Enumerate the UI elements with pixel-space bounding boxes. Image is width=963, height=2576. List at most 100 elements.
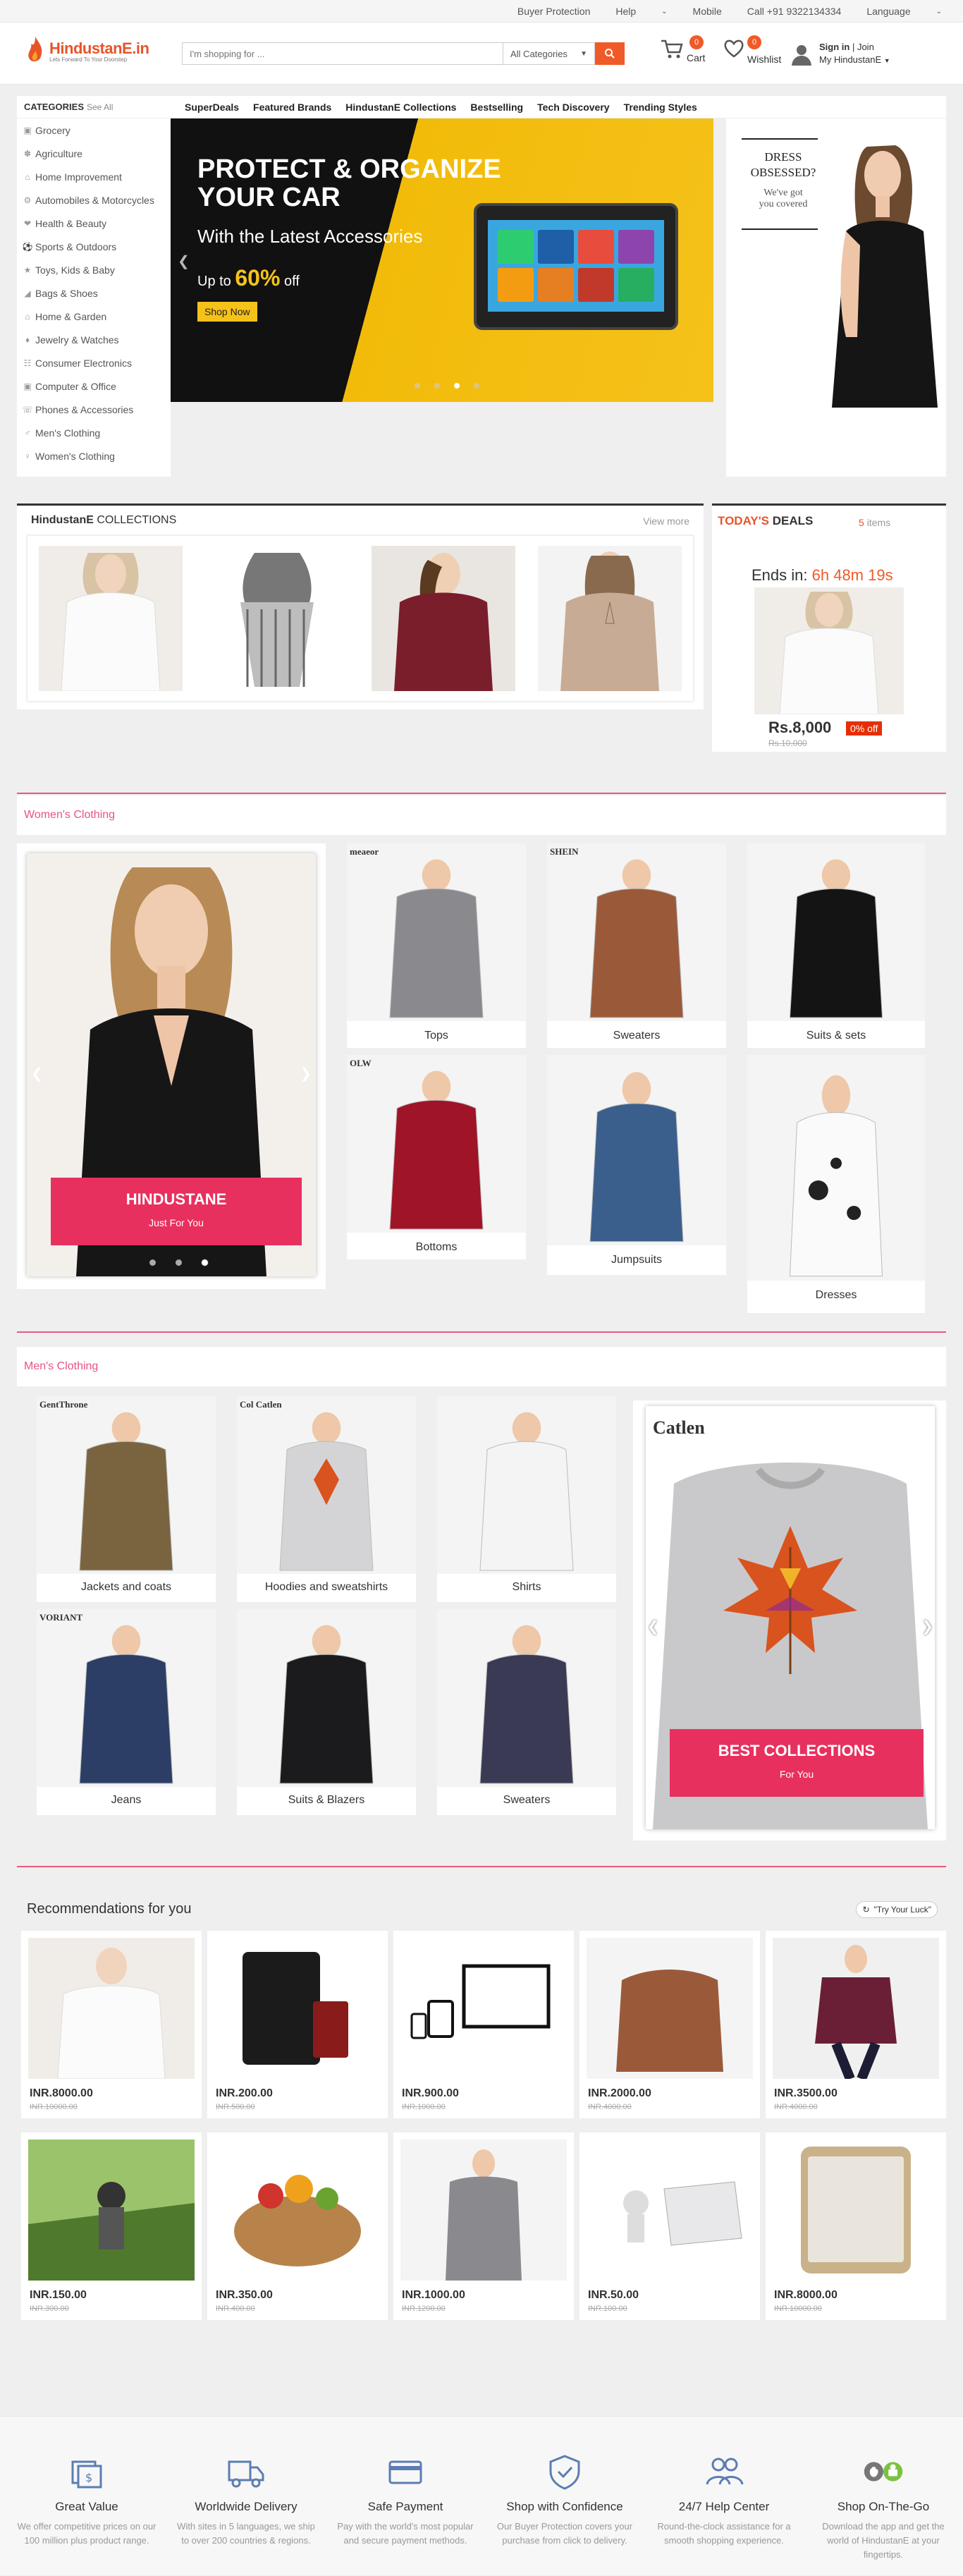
- carousel-dot[interactable]: [474, 383, 479, 389]
- category-item-toys-kids-baby[interactable]: ★ Toys, Kids & Baby: [17, 258, 171, 281]
- category-item-women-s-clothing[interactable]: ♀ Women's Clothing: [17, 444, 171, 468]
- hero-percent: 60%: [235, 265, 281, 291]
- buyer-protection-link[interactable]: Buyer Protection: [517, 6, 591, 17]
- recommendation-card[interactable]: INR.350.00 INR.400.00: [207, 2132, 388, 2320]
- hero-carousel[interactable]: PROTECT & ORGANIZE YOUR CAR With the Late…: [171, 118, 713, 402]
- mobile-link[interactable]: Mobile: [693, 6, 722, 17]
- nav-item-featured-brands[interactable]: Featured Brands: [253, 102, 331, 113]
- category-item-automobiles-motorcycles[interactable]: ⚙ Automobiles & Motorcycles: [17, 188, 171, 212]
- womens-tile-sweaters[interactable]: SHEIN Sweaters: [547, 843, 726, 1048]
- mens-tile-suits-blazers[interactable]: Suits & Blazers: [237, 1609, 416, 1815]
- mens-tile-shirts[interactable]: Shirts: [437, 1396, 616, 1602]
- view-more-link[interactable]: View more: [643, 515, 689, 527]
- recommendation-card[interactable]: INR.200.00 INR.500.00: [207, 1931, 388, 2118]
- recommendation-card[interactable]: INR.1000.00 INR.1200.00: [393, 2132, 574, 2320]
- mens-tile-hoodies-and-sweatshirts[interactable]: Col Catlen Hoodies and sweatshirts: [237, 1396, 416, 1602]
- recommendation-card[interactable]: INR.2000.00 INR.4000.00: [579, 1931, 760, 2118]
- footer-features: $ Great Value We offer competitive prices …: [0, 2416, 963, 2575]
- join-link[interactable]: Join: [857, 42, 874, 52]
- carousel-dot[interactable]: [149, 1259, 156, 1266]
- category-item-agriculture[interactable]: ✽ Agriculture: [17, 142, 171, 165]
- category-title: CATEGORIES: [24, 102, 84, 112]
- recommendation-card[interactable]: INR.150.00 INR.300.00: [21, 2132, 202, 2320]
- mens-prev-arrow[interactable]: ❮: [647, 1618, 659, 1635]
- category-item-bags-shoes[interactable]: ◢ Bags & Shoes: [17, 281, 171, 305]
- carousel-dot[interactable]: [202, 1259, 208, 1266]
- recommendation-card[interactable]: INR.8000.00 INR.10000.00: [21, 1931, 202, 2118]
- category-label: Computer & Office: [35, 380, 116, 392]
- mens-banner-subtitle: For You: [779, 1769, 814, 1780]
- category-item-men-s-clothing[interactable]: ♂ Men's Clothing: [17, 421, 171, 444]
- help-menu[interactable]: Help ⌄: [615, 6, 667, 17]
- feature-description: Pay with the world's most popular and se…: [337, 2521, 474, 2546]
- carousel-dot[interactable]: [176, 1259, 182, 1266]
- recommendation-card[interactable]: INR.8000.00 INR.10000.00: [766, 2132, 946, 2320]
- white-sweater-image[interactable]: [39, 546, 183, 691]
- womens-next-arrow[interactable]: ❯: [300, 1065, 312, 1082]
- mens-section-title[interactable]: Men's Clothing: [17, 1347, 946, 1386]
- mens-tile-jeans[interactable]: VORIANT Jeans: [37, 1609, 216, 1815]
- womens-tile-bottoms[interactable]: OLW Bottoms: [347, 1055, 526, 1259]
- try-your-luck-button[interactable]: ↻ "Try Your Luck": [856, 1901, 938, 1918]
- search-icon: [605, 49, 615, 59]
- top-links: Buyer Protection Help ⌄ Mobile Call +91 9…: [492, 0, 942, 23]
- language-menu[interactable]: Language ⌄: [866, 6, 942, 17]
- category-item-sports-outdoors[interactable]: ⚽ Sports & Outdoors: [17, 235, 171, 258]
- hero-dots: [407, 383, 486, 389]
- category-header: CATEGORIES See All: [17, 96, 171, 118]
- recommendation-card[interactable]: INR.3500.00 INR.4000.00: [766, 1931, 946, 2118]
- womens-tile-tops[interactable]: meaeor Tops: [347, 843, 526, 1048]
- carousel-dot[interactable]: [454, 383, 460, 389]
- category-item-health-beauty[interactable]: ❤ Health & Beauty: [17, 212, 171, 235]
- carousel-dot[interactable]: [434, 383, 440, 389]
- collections-panel: HindustanE COLLECTIONS View more: [17, 503, 704, 709]
- category-item-grocery[interactable]: ▣ Grocery: [17, 118, 171, 142]
- category-item-jewelry-watches[interactable]: ♦ Jewelry & Watches: [17, 328, 171, 351]
- shop-now-button[interactable]: Shop Now: [197, 302, 257, 322]
- category-item-home-garden[interactable]: ⌂ Home & Garden: [17, 305, 171, 328]
- cart-button[interactable]: 0 Cart: [660, 35, 705, 63]
- nav-item-superdeals[interactable]: SuperDeals: [185, 102, 239, 113]
- carousel-dot[interactable]: [415, 383, 420, 389]
- mens-banner[interactable]: BEST COLLECTIONS For You: [670, 1729, 924, 1797]
- dress-promo[interactable]: DRESS OBSESSED? We've got you covered: [726, 118, 946, 477]
- logo[interactable]: HindustanE.in Lets Forward To Your Doors…: [25, 35, 149, 66]
- recommendation-card[interactable]: INR.900.00 INR.1000.00: [393, 1931, 574, 2118]
- see-all-link[interactable]: See All: [87, 102, 113, 112]
- womens-tile-dresses[interactable]: Dresses: [747, 1055, 925, 1313]
- burgundy-sweater-image[interactable]: [372, 546, 515, 691]
- wishlist-button[interactable]: 0 Wishlist: [723, 35, 781, 65]
- womens-banner[interactable]: HINDUSTANE Just For You: [51, 1178, 302, 1245]
- nav-item-tech-discovery[interactable]: Tech Discovery: [537, 102, 609, 113]
- womens-tile-suits-sets[interactable]: Suits & sets: [747, 843, 925, 1048]
- category-item-computer-office[interactable]: ▣ Computer & Office: [17, 374, 171, 398]
- nav-item-trending-styles[interactable]: Trending Styles: [624, 102, 697, 113]
- nav-item-hindustane-collections[interactable]: HindustanE Collections: [345, 102, 456, 113]
- hero-prev-arrow[interactable]: ❮: [178, 252, 190, 270]
- beige-lace-up-sweater-image[interactable]: [538, 546, 682, 691]
- mens-tile-sweaters[interactable]: Sweaters: [437, 1609, 616, 1815]
- category-item-consumer-electronics[interactable]: ☷ Consumer Electronics: [17, 351, 171, 374]
- category-item-phones-accessories[interactable]: ☏ Phones & Accessories: [17, 398, 171, 421]
- womens-carousel[interactable]: HINDUSTANE Just For You ❮ ❯: [17, 843, 326, 1289]
- deal-old-price: Rs.10,000: [768, 738, 807, 748]
- mens-tile-jackets-and-coats[interactable]: GentThrone Jackets and coats: [37, 1396, 216, 1602]
- womens-section-title[interactable]: Women's Clothing: [17, 795, 946, 835]
- deal-product-image[interactable]: [754, 587, 904, 714]
- grey-hooded-cardigan-image[interactable]: [205, 546, 349, 691]
- product-image: [37, 1396, 216, 1574]
- wishlist-count-badge: 0: [747, 35, 761, 49]
- account-menu[interactable]: Sign in | Join My HindustanE ▼: [790, 41, 890, 67]
- nav-item-bestselling[interactable]: Bestselling: [470, 102, 523, 113]
- mens-next-arrow[interactable]: ❯: [921, 1618, 933, 1635]
- search-input[interactable]: [182, 42, 503, 65]
- product-old-price: INR.300.00: [30, 2305, 69, 2313]
- sign-in-link[interactable]: Sign in: [819, 42, 849, 52]
- recommendation-card[interactable]: INR.50.00 INR.100.00: [579, 2132, 760, 2320]
- category-item-home-improvement[interactable]: ⌂ Home Improvement: [17, 165, 171, 188]
- search-category-select[interactable]: All Categories ▼: [503, 42, 595, 65]
- search-button[interactable]: [595, 42, 625, 65]
- womens-tile-jumpsuits[interactable]: Jumpsuits: [547, 1055, 726, 1275]
- womens-prev-arrow[interactable]: ❮: [31, 1065, 43, 1082]
- mens-carousel[interactable]: Catlen BEST COLLECTIONS For You ❮ ❯: [633, 1400, 946, 1841]
